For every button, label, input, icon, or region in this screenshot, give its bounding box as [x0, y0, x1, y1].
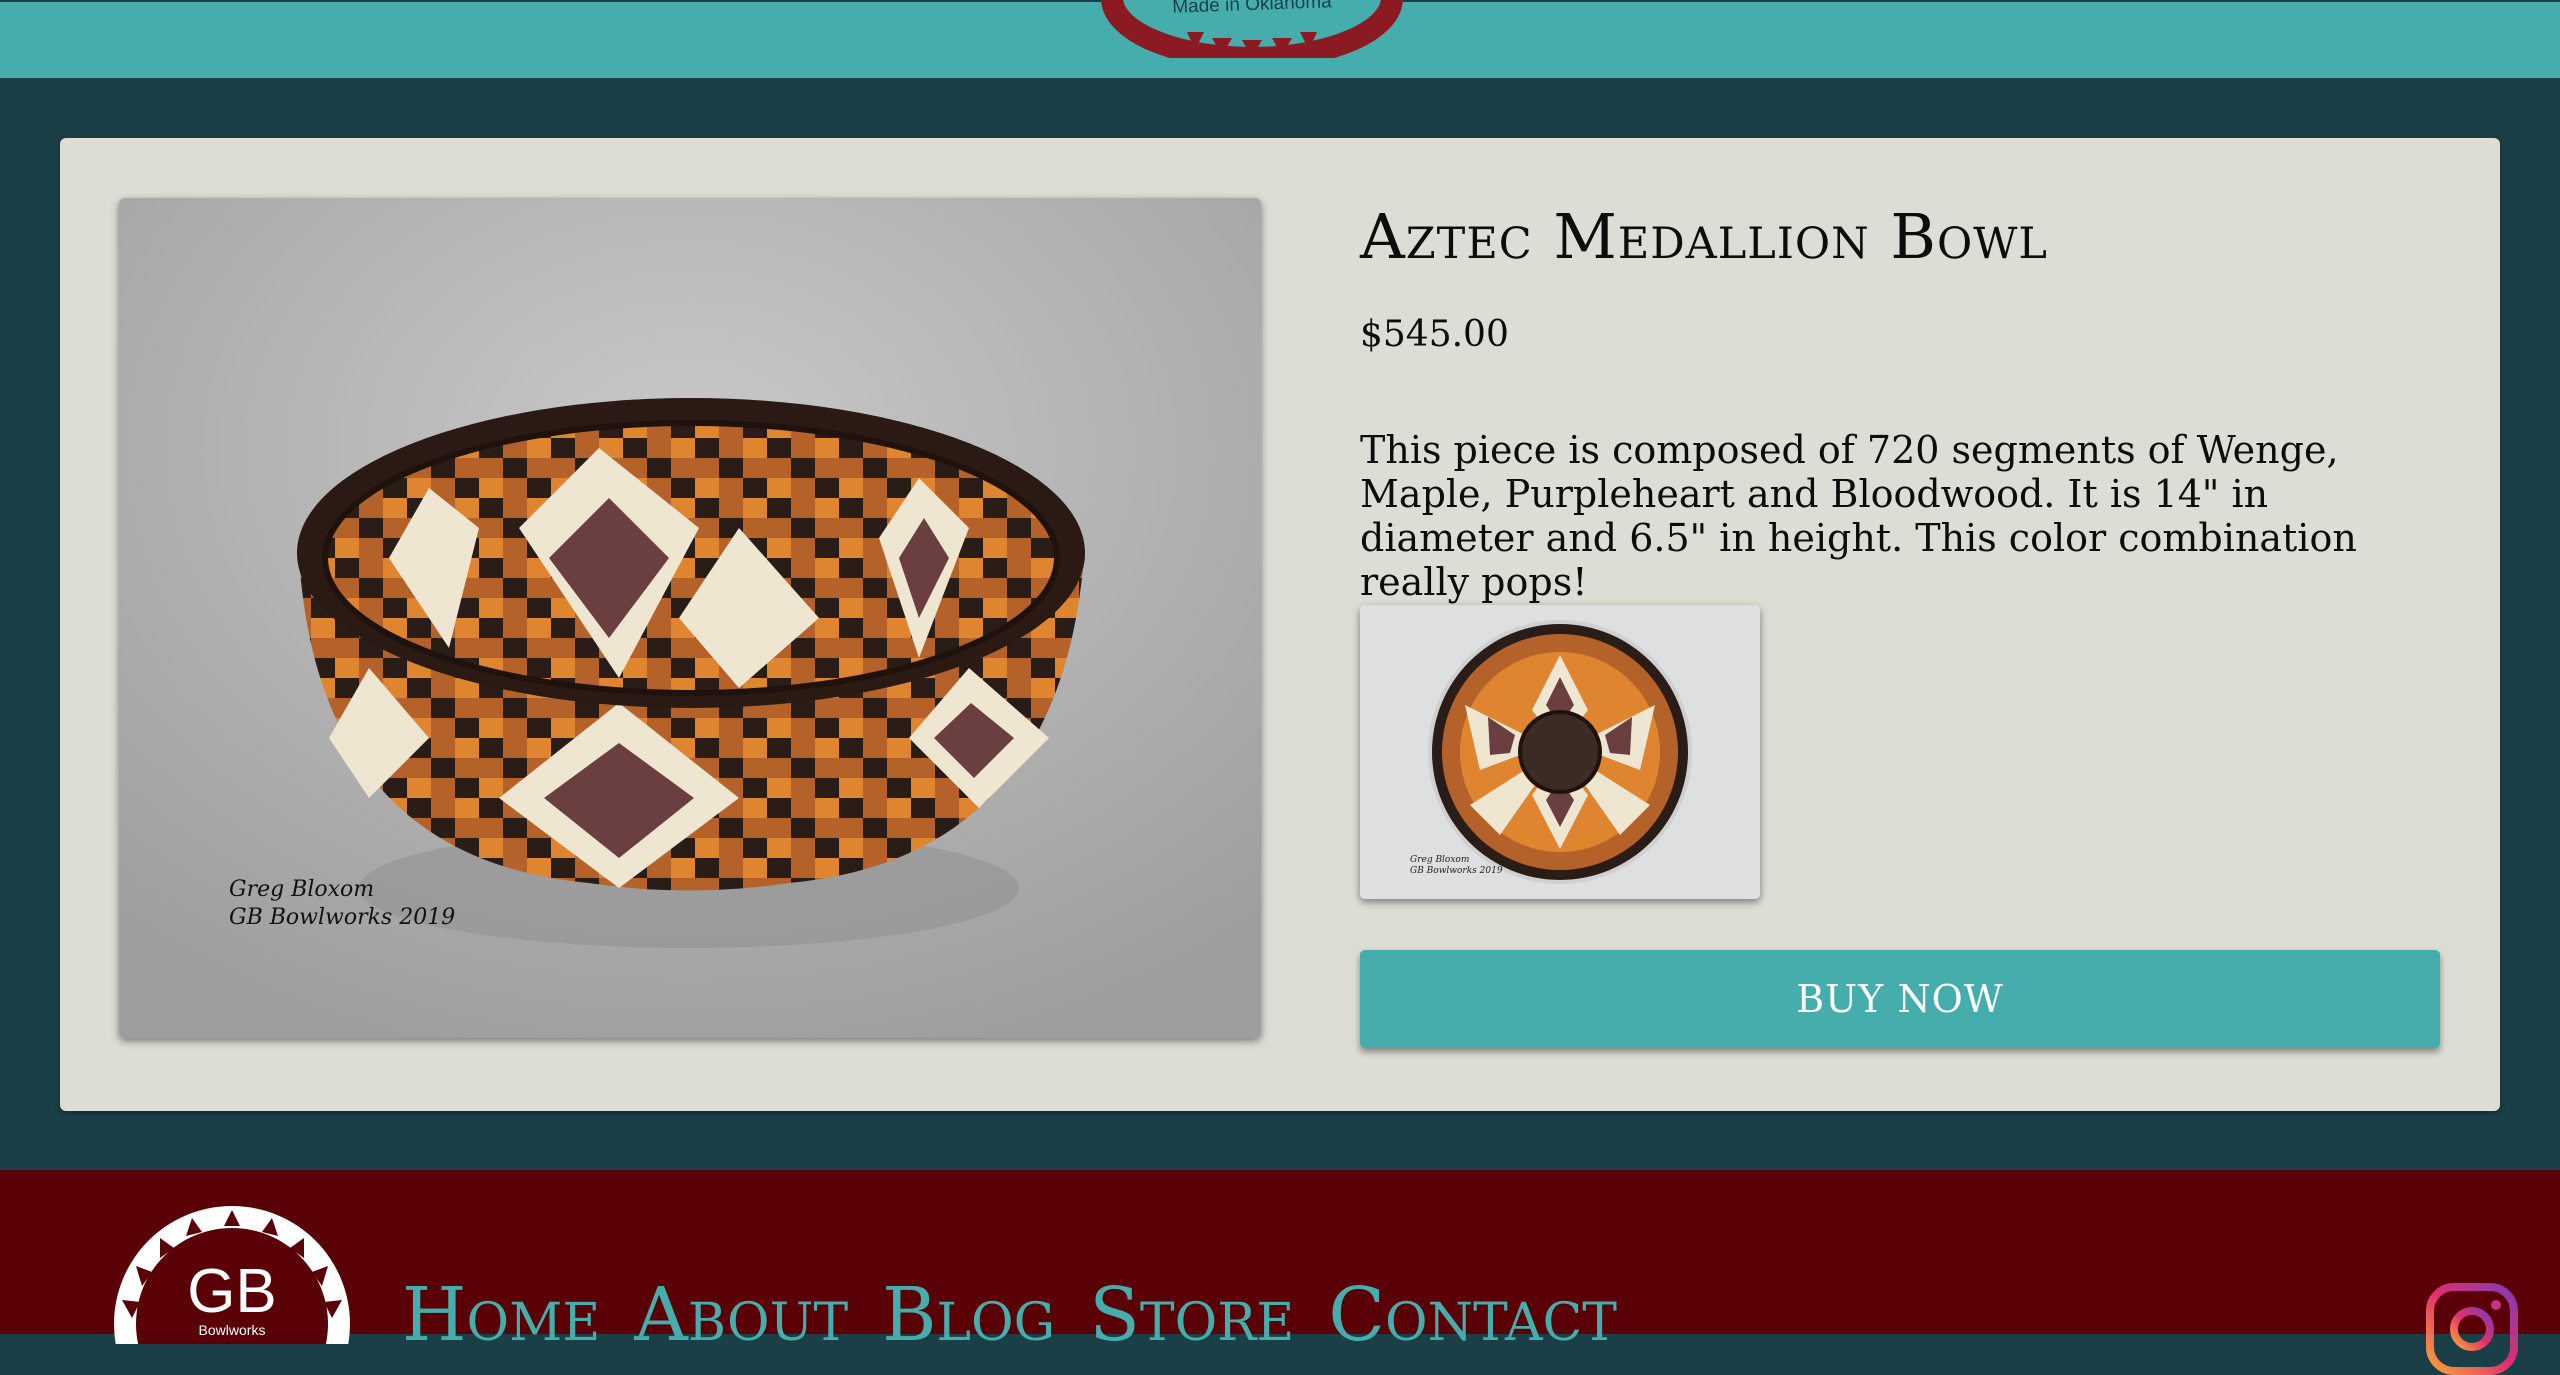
- svg-text:Greg Bloxom: Greg Bloxom: [1410, 855, 1469, 865]
- signature-line1: Greg Bloxom: [229, 877, 374, 902]
- instagram-icon[interactable]: [2426, 1283, 2518, 1375]
- buy-now-button[interactable]: BUY NOW: [1360, 950, 2440, 1048]
- product-title: Aztec Medallion Bowl: [1360, 200, 2048, 273]
- product-card: Greg Bloxom GB Bowlworks 2019 Aztec Meda…: [60, 138, 2500, 1111]
- nav-blog[interactable]: Blog: [882, 1278, 1055, 1352]
- signature-line2: GB Bowlworks 2019: [229, 905, 455, 930]
- product-description: This piece is composed of 720 segments o…: [1360, 428, 2357, 604]
- product-thumbnail[interactable]: Greg Bloxom GB Bowlworks 2019: [1360, 605, 1760, 899]
- footer-logo-subtext: Bowlworks: [198, 1322, 266, 1338]
- footer-logo-text: GB: [187, 1257, 277, 1326]
- nav-contact[interactable]: Contact: [1328, 1278, 1617, 1352]
- nav-home[interactable]: Home: [402, 1278, 600, 1352]
- product-main-image[interactable]: Greg Bloxom GB Bowlworks 2019: [119, 198, 1261, 1038]
- footer-nav: Home About Blog Store Contact: [402, 1278, 1651, 1352]
- nav-about[interactable]: About: [634, 1278, 848, 1352]
- nav-store[interactable]: Store: [1089, 1278, 1294, 1352]
- product-price: $545.00: [1360, 314, 1509, 355]
- svg-text:GB Bowlworks 2019: GB Bowlworks 2019: [1410, 866, 1503, 876]
- site-footer: GB Bowlworks Home About Blog Store Conta…: [0, 1170, 2560, 1352]
